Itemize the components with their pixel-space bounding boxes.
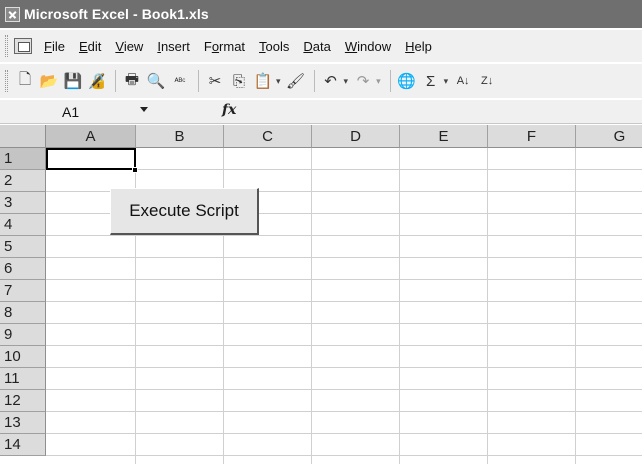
undo-icon[interactable]: ↶ — [320, 70, 342, 92]
fill-handle[interactable] — [132, 167, 138, 173]
format-painter-icon[interactable]: 🖌 — [285, 70, 307, 92]
name-box[interactable]: A1 — [0, 102, 118, 122]
menu-tools[interactable]: Tools — [259, 39, 289, 54]
grid-line — [487, 148, 488, 464]
toolbar-separator — [115, 70, 116, 92]
sort-ascending-icon[interactable]: A↓ — [452, 70, 474, 92]
worksheet-grid[interactable]: A B C D E F G 1 2 3 4 5 6 7 8 9 10 11 12… — [0, 125, 642, 464]
formula-bar: A1 fx — [0, 100, 642, 124]
menu-help[interactable]: Help — [405, 39, 432, 54]
print-icon[interactable]: 🖶 — [121, 70, 143, 92]
toolbar-grip[interactable] — [5, 70, 8, 92]
row-header-14[interactable]: 14 — [0, 434, 46, 456]
window-title: Microsoft Excel - Book1.xls — [24, 6, 209, 22]
menu-edit[interactable]: Edit — [79, 39, 101, 54]
save-icon[interactable]: 💾 — [62, 70, 84, 92]
toolbar-separator — [389, 70, 391, 92]
col-header-a[interactable]: A — [46, 125, 136, 148]
col-header-d[interactable]: D — [312, 125, 400, 148]
grid-line — [399, 148, 400, 464]
permission-icon[interactable]: 🔏 — [86, 70, 108, 92]
paste-icon[interactable]: 📋 — [252, 70, 274, 92]
row-header-3[interactable]: 3 — [0, 192, 46, 214]
menu-view[interactable]: View — [115, 39, 143, 54]
autosum-icon[interactable]: Σ — [420, 70, 442, 92]
name-box-dropdown-icon[interactable] — [140, 107, 148, 112]
menubar-grip[interactable] — [5, 35, 8, 57]
sort-descending-icon[interactable]: Z↓ — [476, 70, 498, 92]
row-header-13[interactable]: 13 — [0, 412, 46, 434]
grid-line — [311, 148, 312, 464]
row-header-9[interactable]: 9 — [0, 324, 46, 346]
open-icon[interactable]: 📂 — [38, 70, 60, 92]
toolbar-separator — [198, 70, 199, 92]
copy-icon[interactable]: ⎘ — [228, 70, 250, 92]
redo-icon[interactable]: ↷ — [352, 70, 374, 92]
row-header-4[interactable]: 4 — [0, 214, 46, 236]
active-cell-a1[interactable] — [46, 148, 136, 170]
menu-bar: File Edit View Insert Format Tools Data … — [0, 30, 642, 62]
execute-script-button[interactable]: Execute Script — [110, 188, 259, 235]
row-header-7[interactable]: 7 — [0, 280, 46, 302]
undo-dropdown-icon[interactable]: ▾ — [344, 76, 349, 87]
select-all-corner[interactable] — [0, 125, 46, 148]
col-header-b[interactable]: B — [136, 125, 224, 148]
formula-input[interactable] — [240, 102, 642, 123]
title-bar: Microsoft Excel - Book1.xls — [0, 0, 642, 28]
grid-line — [575, 148, 576, 464]
row-header-11[interactable]: 11 — [0, 368, 46, 390]
hyperlink-icon[interactable]: 🌐 — [396, 70, 418, 92]
col-header-c[interactable]: C — [224, 125, 312, 148]
menu-window[interactable]: Window — [345, 39, 391, 54]
insert-function-icon[interactable]: fx — [222, 102, 236, 118]
row-header-2[interactable]: 2 — [0, 170, 46, 192]
redo-dropdown-icon[interactable]: ▾ — [376, 76, 381, 87]
toolbar-separator — [313, 70, 315, 92]
menu-format[interactable]: Format — [204, 39, 245, 54]
row-header-8[interactable]: 8 — [0, 302, 46, 324]
row-header-6[interactable]: 6 — [0, 258, 46, 280]
menu-data[interactable]: Data — [303, 39, 330, 54]
excel-app-icon[interactable] — [5, 6, 20, 22]
cut-icon[interactable]: ✂ — [204, 70, 226, 92]
workbook-document-icon[interactable] — [14, 38, 32, 54]
spelling-icon[interactable]: ᴬᴮᶜ — [169, 70, 191, 92]
menu-file[interactable]: File — [44, 39, 65, 54]
paste-dropdown-icon[interactable]: ▾ — [276, 76, 281, 87]
col-header-e[interactable]: E — [400, 125, 488, 148]
print-preview-icon[interactable]: 🔍 — [145, 70, 167, 92]
row-header-12[interactable]: 12 — [0, 390, 46, 412]
standard-toolbar: 🗋 📂 💾 🔏 🖶 🔍 ᴬᴮᶜ ✂ ⎘ 📋 ▾ 🖌 ↶ ▾ ↷ ▾ 🌐 Σ ▾ … — [0, 64, 642, 98]
autosum-dropdown-icon[interactable]: ▾ — [444, 76, 449, 87]
new-icon[interactable]: 🗋 — [14, 70, 36, 92]
row-header-5[interactable]: 5 — [0, 236, 46, 258]
col-header-g[interactable]: G — [576, 125, 642, 148]
row-header-1[interactable]: 1 — [0, 148, 46, 170]
row-header-10[interactable]: 10 — [0, 346, 46, 368]
menu-insert[interactable]: Insert — [157, 39, 190, 54]
col-header-f[interactable]: F — [488, 125, 576, 148]
